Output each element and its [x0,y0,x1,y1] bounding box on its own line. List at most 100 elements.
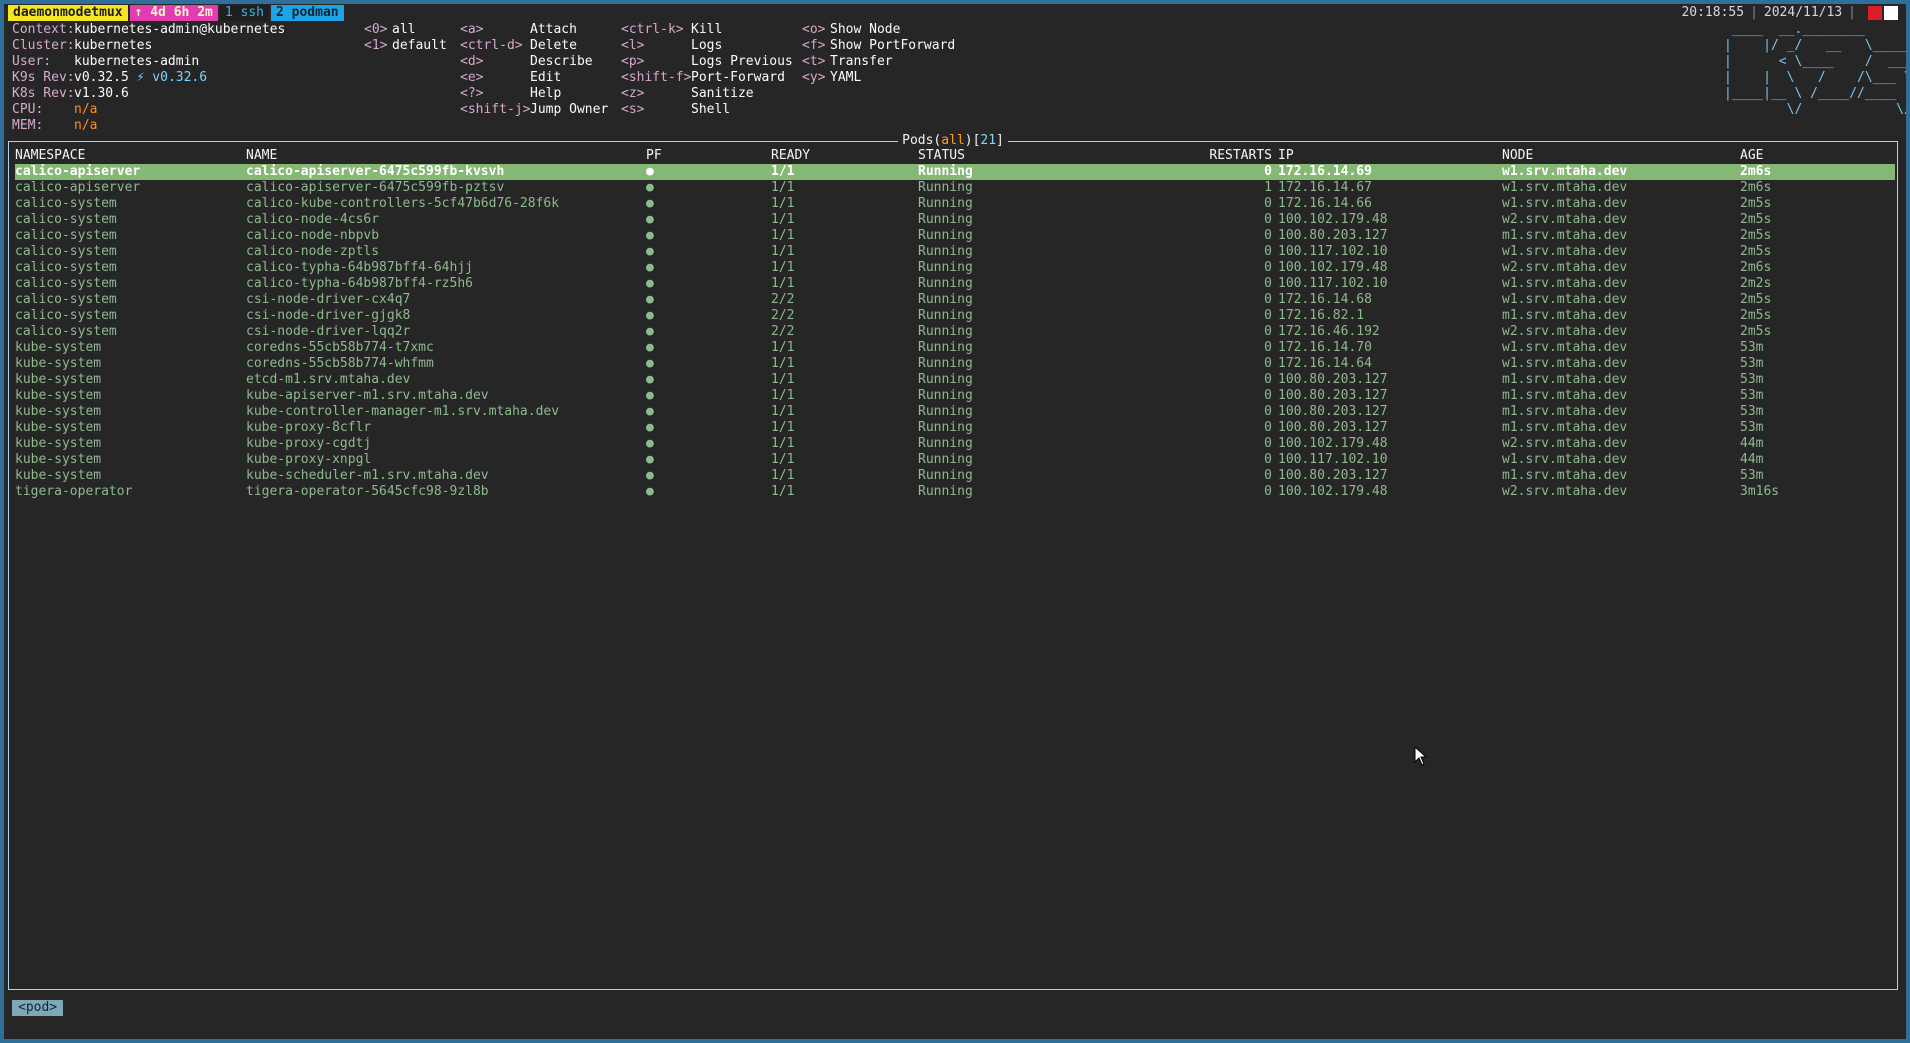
cell-namespace: calico-system [15,196,117,211]
shortcut-item[interactable]: <shift-j>Jump Owner [460,102,608,118]
column-header-ip[interactable]: IP [1278,148,1502,164]
cell-ip: 172.16.46.192 [1278,324,1380,339]
column-header-ready[interactable]: READY [771,148,918,164]
table-row[interactable]: kube-system kube-controller-manager-m1.sr… [15,404,1895,420]
table-row[interactable]: kube-system coredns-55cb58b774-whfmm ● 1/1 R… [15,356,1895,372]
cell-restarts: 0 [1264,484,1272,499]
cell-node: w2.srv.mtaha.dev [1502,436,1628,451]
cell-age: 2m2s [1740,276,1772,291]
table-row[interactable]: calico-system csi-node-driver-cx4q7 ● 2/2 Ru… [15,292,1895,308]
cell-namespace: kube-system [15,404,102,419]
table-row[interactable]: calico-system calico-typha-64b987bff4-rz5… [15,276,1895,292]
table-row[interactable]: calico-system calico-node-nbpvb ● 1/1 Runnin… [15,228,1895,244]
table-row[interactable]: calico-system csi-node-driver-lqq2r ● 2/2 Ru… [15,324,1895,340]
shortcut-item[interactable]: <s> Shell [621,102,793,118]
cell-namespace: kube-system [15,452,102,467]
cell-node: m1.srv.mtaha.dev [1502,228,1628,243]
cell-status: Running [918,388,973,403]
table-row[interactable]: kube-system kube-proxy-8cflr ● 1/1 Running 0 1… [15,420,1895,436]
cell-restarts: 0 [1264,196,1272,211]
namespace-filter: all [941,133,965,148]
shortcut-key: <shift-j> [460,102,531,117]
logo-line: ____ __.________ [1724,22,1906,37]
cell-ready: 1/1 [771,420,795,435]
tmux-session-name[interactable]: daemonmodetmux [8,5,128,21]
cell-age: 3m16s [1740,484,1780,499]
table-body: calico-apiserver calico-apiserver-6475c59… [15,164,1895,500]
tmux-window-podman[interactable]: 2 podman [271,5,344,21]
shortcut-item[interactable]: <ctrl-d> Delete [460,38,608,54]
table-row[interactable]: kube-system kube-proxy-cgdtj ● 1/1 Running 0 1… [15,436,1895,452]
table-row[interactable]: calico-system calico-kube-controllers-5cf… [15,196,1895,212]
column-header-node[interactable]: NODE [1502,148,1740,164]
column-header-namespace[interactable]: NAMESPACE [15,148,246,164]
info-key: Cluster: [12,38,75,53]
cell-restarts: 0 [1264,260,1272,275]
k9s-logo: ____ __.________ | |/ _/ __ \______ | < \… [1724,22,1906,118]
cell-age: 53m [1740,340,1764,355]
cell-namespace: calico-system [15,212,117,227]
info-value: n/a [74,118,98,133]
cell-pf: ● [646,420,654,435]
shortcut-item[interactable]: <t> Transfer [802,54,955,70]
cell-namespace: kube-system [15,356,102,371]
table-row[interactable]: kube-system kube-apiserver-m1.srv.mtaha.d… [15,388,1895,404]
shortcut-item[interactable]: <l> Logs [621,38,793,54]
separator: | [1848,5,1856,20]
shortcut-item[interactable]: <f> Show PortForward [802,38,955,54]
shortcut-item[interactable]: <?> Help [460,86,608,102]
cell-ready: 1/1 [771,340,795,355]
shortcut-item[interactable]: <0> all [364,22,447,38]
column-header-age[interactable]: AGE [1740,148,1895,164]
table-row[interactable]: calico-system calico-node-zptls ● 1/1 Runnin… [15,244,1895,260]
cell-age: 53m [1740,468,1764,483]
shortcut-key: <e> [460,70,484,85]
shortcut-label: Shell [691,102,731,117]
cell-restarts: 0 [1198,164,1278,180]
cell-namespace: calico-system [15,308,117,323]
cell-ip: 100.117.102.10 [1278,452,1388,467]
column-header-pf[interactable]: PF [646,148,771,164]
shortcut-item[interactable]: <1> default [364,38,447,54]
table-row[interactable]: calico-system calico-node-4cs6r ● 1/1 Runnin… [15,212,1895,228]
cell-age: 2m5s [1740,308,1772,323]
info-value: kubernetes [74,38,153,53]
shortcut-item[interactable]: <a> Attach [460,22,608,38]
cell-namespace: kube-system [15,388,102,403]
table-row[interactable]: calico-system calico-typha-64b987bff4-64h… [15,260,1895,276]
table-row[interactable]: calico-system csi-node-driver-gjgk8 ● 2/2 Ru… [15,308,1895,324]
tmux-window-ssh[interactable]: 1 ssh [219,5,269,21]
shortcut-item[interactable]: <ctrl-k> Kill [621,22,793,38]
shortcut-item[interactable]: <o> Show Node [802,22,955,38]
column-header-status[interactable]: STATUS [918,148,1198,164]
tmux-uptime: ↑ 4d 6h 2m [129,5,218,21]
cell-pf: ● [646,356,654,371]
table-row[interactable]: calico-apiserver calico-apiserver-6475c59… [15,164,1895,180]
logo-line: | | \ / /\___ \ [1724,70,1906,85]
cell-pf: ● [646,212,654,227]
shortcut-item[interactable]: <e> Edit [460,70,608,86]
table-row[interactable]: kube-system kube-proxy-xnpgl ● 1/1 Running 0 1… [15,452,1895,468]
shortcut-item[interactable]: <y> YAML [802,70,955,86]
cell-ip: 100.80.203.127 [1278,420,1388,435]
table-row[interactable]: kube-system coredns-55cb58b774-t7xmc ● 1/1 R… [15,340,1895,356]
cell-namespace: calico-system [15,228,117,243]
shortcut-key: <ctrl-k> [621,22,684,37]
shortcut-item[interactable]: <p> Logs Previous [621,54,793,70]
cell-pf: ● [646,452,654,467]
table-row[interactable]: calico-apiserver calico-apiserver-6475c59… [15,180,1895,196]
breadcrumb-pod[interactable]: <pod> [12,1000,64,1016]
table-row[interactable]: tigera-operator tigera-operator-5645cfc98… [15,484,1895,500]
cell-ip: 172.16.14.70 [1278,340,1372,355]
cell-node: m1.srv.mtaha.dev [1502,308,1628,323]
cell-ready: 1/1 [771,260,795,275]
shortcut-item[interactable]: <z> Sanitize [621,86,793,102]
cell-age: 2m6s [1740,260,1772,275]
table-row[interactable]: kube-system kube-scheduler-m1.srv.mtaha.d… [15,468,1895,484]
shortcut-item[interactable]: <shift-f>Port-Forward [621,70,793,86]
column-header-name[interactable]: NAME [246,148,646,164]
column-header-restarts[interactable]: RESTARTS [1198,148,1278,164]
table-row[interactable]: kube-system etcd-m1.srv.mtaha.dev ● 1/1 Runn… [15,372,1895,388]
shortcut-label: Logs Previous [691,54,793,69]
shortcut-item[interactable]: <d> Describe [460,54,608,70]
